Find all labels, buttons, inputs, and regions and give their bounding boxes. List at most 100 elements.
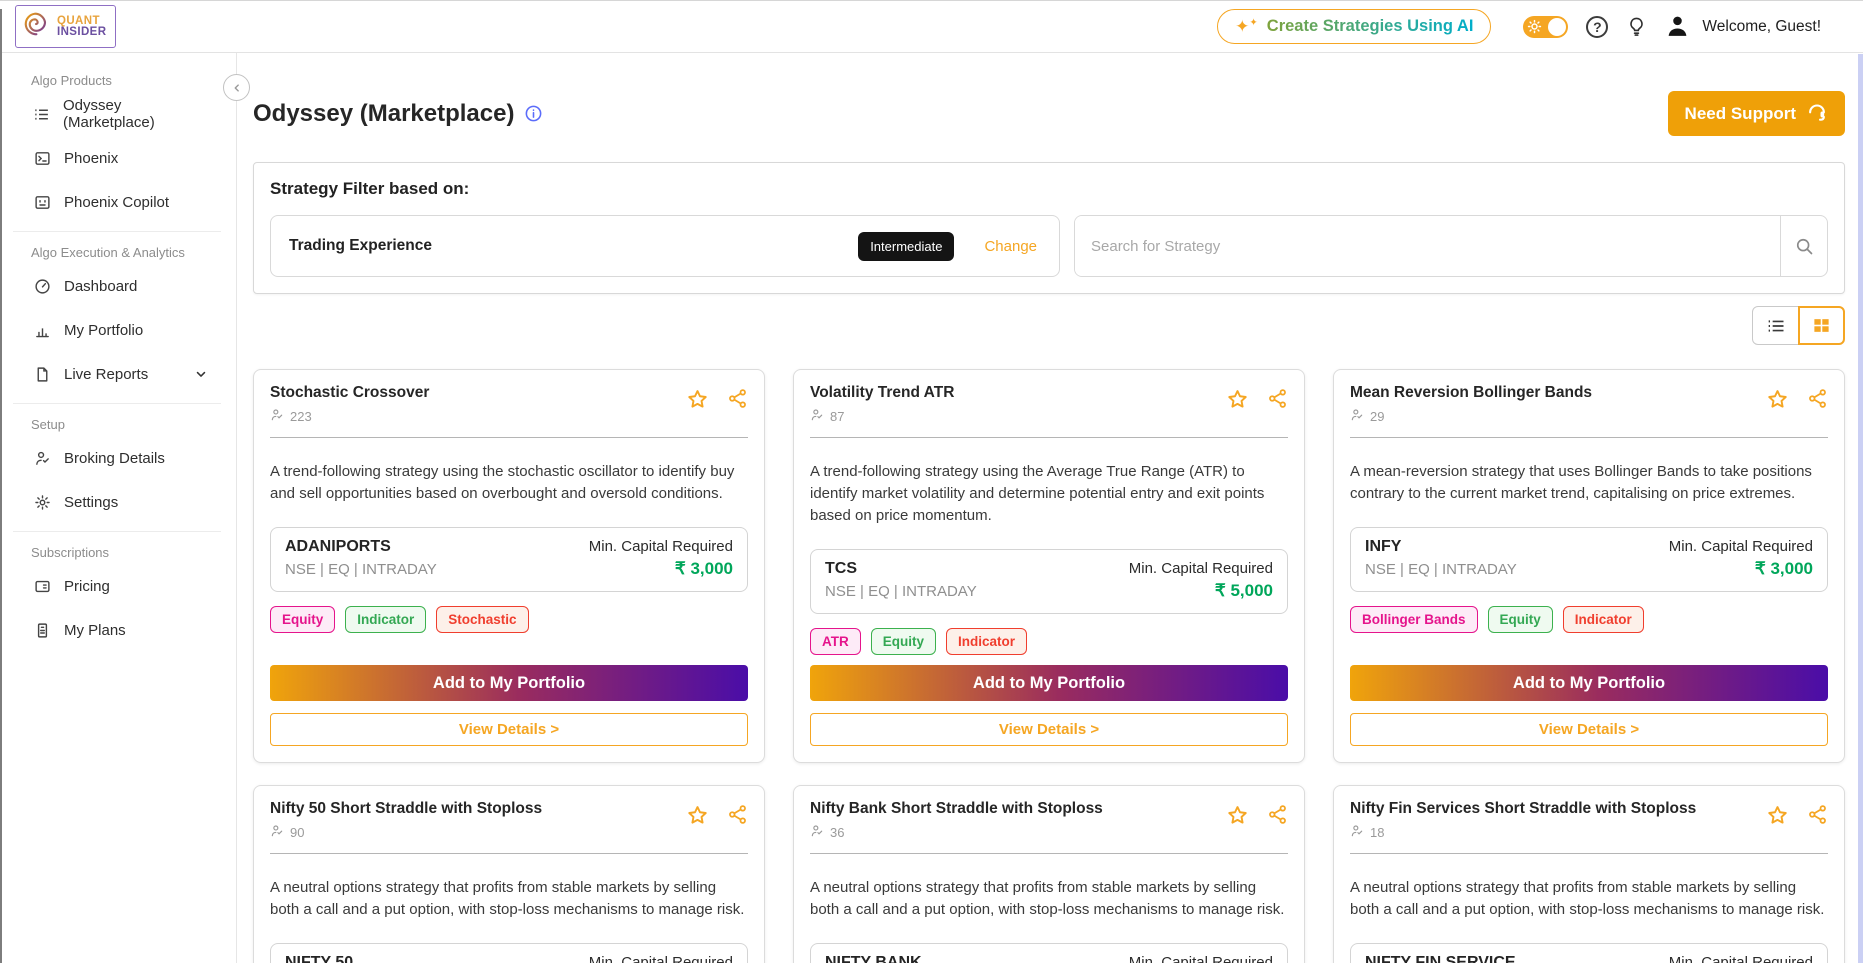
share-icon[interactable]	[1267, 804, 1288, 825]
tag-list: Bollinger BandsEquityIndicator	[1350, 606, 1828, 633]
sidebar: Algo ProductsOdyssey (Marketplace)Phoeni…	[0, 53, 237, 963]
subscriber-count: 223	[290, 409, 312, 424]
grid-view-icon	[1812, 316, 1831, 335]
sidebar-item-pricing[interactable]: Pricing	[0, 564, 236, 608]
chevron-left-icon	[230, 81, 244, 95]
create-strategies-ai-button[interactable]: ✦✦ Create Strategies Using AI	[1217, 9, 1491, 44]
dashboard-icon	[33, 278, 51, 295]
search-icon[interactable]	[1780, 216, 1827, 276]
strategy-tag: Indicator	[1563, 606, 1644, 633]
main-content: Odyssey (Marketplace) Need Support	[237, 53, 1863, 963]
strategy-tag: Equity	[270, 606, 335, 633]
sidebar-item-live-reports[interactable]: Live Reports	[0, 352, 236, 396]
headset-icon	[1806, 100, 1828, 127]
favorite-star-icon[interactable]	[1766, 804, 1789, 827]
person-icon	[33, 450, 51, 467]
sidebar-collapse-button[interactable]	[223, 74, 250, 101]
spiral-logo-icon	[21, 9, 51, 44]
help-icon[interactable]: ?	[1586, 16, 1608, 38]
strategy-description: A trend-following strategy using the Ave…	[810, 461, 1288, 527]
favorite-star-icon[interactable]	[1226, 388, 1249, 411]
experience-value-badge: Intermediate	[858, 232, 954, 261]
subscriber-count: 18	[1370, 825, 1384, 840]
welcome-text: Welcome, Guest!	[1702, 18, 1821, 36]
share-icon[interactable]	[1807, 804, 1828, 825]
sidebar-item-my-portfolio[interactable]: My Portfolio	[0, 308, 236, 352]
strategy-description: A neutral options strategy that profits …	[1350, 877, 1828, 921]
need-support-button[interactable]: Need Support	[1668, 91, 1845, 136]
share-icon[interactable]	[727, 388, 748, 409]
add-to-portfolio-button[interactable]: Add to My Portfolio	[1350, 665, 1828, 701]
instrument-box: NIFTY FIN SERVICE Min. Capital Required	[1350, 943, 1828, 963]
strategy-tag: Stochastic	[436, 606, 528, 633]
tag-list: ATREquityIndicator	[810, 628, 1288, 655]
change-experience-link[interactable]: Change	[984, 238, 1037, 255]
strategy-tag: Equity	[871, 628, 936, 655]
list-icon	[33, 106, 50, 123]
capital-required-label: Min. Capital Required	[589, 538, 733, 555]
sidebar-item-label: Dashboard	[64, 278, 137, 295]
instrument-box: NIFTY 50 Min. Capital Required	[270, 943, 748, 963]
sidebar-item-label: Settings	[64, 494, 118, 511]
sidebar-item-label: Live Reports	[64, 366, 148, 383]
share-icon[interactable]	[1267, 388, 1288, 409]
sparkles-icon: ✦✦	[1235, 18, 1258, 35]
user-icon[interactable]	[1665, 14, 1690, 39]
info-icon[interactable]	[524, 104, 543, 123]
sidebar-item-my-plans[interactable]: My Plans	[0, 608, 236, 652]
add-to-portfolio-button[interactable]: Add to My Portfolio	[810, 665, 1288, 701]
strategy-title: Nifty 50 Short Straddle with Stoploss	[270, 800, 542, 818]
scrollbar[interactable]	[1858, 54, 1863, 963]
strategy-tag: ATR	[810, 628, 861, 655]
add-to-portfolio-button[interactable]: Add to My Portfolio	[270, 665, 748, 701]
card-divider	[810, 437, 1288, 438]
subscriber-count: 29	[1370, 409, 1384, 424]
strategy-card: Volatility Trend ATR 87	[793, 369, 1305, 763]
favorite-star-icon[interactable]	[686, 804, 709, 827]
sidebar-divider	[13, 231, 221, 232]
favorite-star-icon[interactable]	[1766, 388, 1789, 411]
quant-insider-logo[interactable]: QUANT INSIDER	[15, 5, 116, 48]
sidebar-section-label: Algo Execution & Analytics	[0, 245, 236, 264]
strategy-tag: Bollinger Bands	[1350, 606, 1478, 633]
copilot-icon	[33, 194, 51, 211]
view-details-button[interactable]: View Details >	[810, 713, 1288, 746]
favorite-star-icon[interactable]	[686, 388, 709, 411]
instrument-symbol: NIFTY 50	[285, 954, 353, 963]
sidebar-item-settings[interactable]: Settings	[0, 480, 236, 524]
logo-line2: INSIDER	[57, 27, 106, 38]
view-details-button[interactable]: View Details >	[1350, 713, 1828, 746]
trading-experience-label: Trading Experience	[289, 237, 432, 255]
grid-view-button[interactable]	[1798, 306, 1845, 345]
report-icon	[33, 366, 51, 383]
share-icon[interactable]	[1807, 388, 1828, 409]
theme-toggle[interactable]	[1523, 16, 1568, 38]
strategy-description: A mean-reversion strategy that uses Boll…	[1350, 461, 1828, 505]
sidebar-item-odyssey-marketplace[interactable]: Odyssey (Marketplace)	[0, 92, 236, 136]
subscribers-icon	[810, 408, 824, 425]
strategy-title: Nifty Fin Services Short Straddle with S…	[1350, 800, 1696, 818]
bulb-icon[interactable]	[1626, 16, 1647, 37]
strategy-card: Stochastic Crossover 223	[253, 369, 765, 763]
sidebar-item-dashboard[interactable]: Dashboard	[0, 264, 236, 308]
strategy-card: Nifty Bank Short Straddle with Stoploss …	[793, 785, 1305, 963]
subscriber-count: 87	[830, 409, 844, 424]
share-icon[interactable]	[727, 804, 748, 825]
sidebar-item-label: Broking Details	[64, 450, 165, 467]
sidebar-divider	[13, 403, 221, 404]
sidebar-item-label: Phoenix Copilot	[64, 194, 169, 211]
search-input[interactable]	[1075, 216, 1780, 276]
instrument-box: ADANIPORTS NSE | EQ | INTRADAY Min. Capi…	[270, 527, 748, 592]
sidebar-item-broking-details[interactable]: Broking Details	[0, 436, 236, 480]
sidebar-item-label: Phoenix	[64, 150, 118, 167]
subscribers-icon	[270, 408, 284, 425]
sidebar-item-phoenix[interactable]: Phoenix	[0, 136, 236, 180]
sidebar-section-label: Subscriptions	[0, 545, 236, 564]
strategy-description: A neutral options strategy that profits …	[810, 877, 1288, 921]
sidebar-item-phoenix-copilot[interactable]: Phoenix Copilot	[0, 180, 236, 224]
strategy-title: Volatility Trend ATR	[810, 384, 954, 402]
view-details-button[interactable]: View Details >	[270, 713, 748, 746]
list-view-button[interactable]	[1752, 306, 1799, 345]
favorite-star-icon[interactable]	[1226, 804, 1249, 827]
page-title: Odyssey (Marketplace)	[253, 100, 514, 128]
